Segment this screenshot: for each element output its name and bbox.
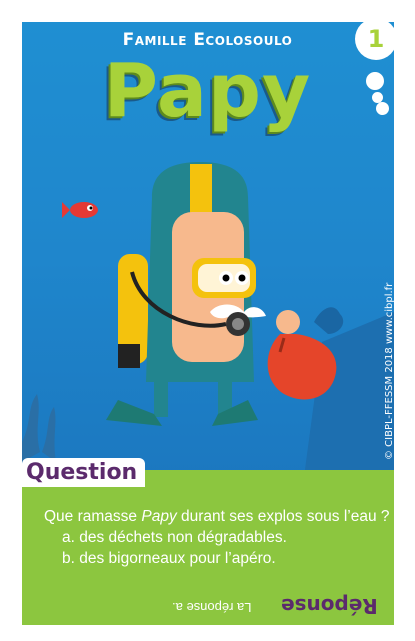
option-b: b. des bigorneaux pour l’apéro. [62,550,276,567]
answer-bar: Réponse La réponse a. [22,592,394,626]
family-name: Famille Ecolosoulo [122,30,293,50]
option-a: a. des déchets non dégradables. [62,529,287,546]
question-prefix: Que ramasse [44,508,142,525]
card-number: 1 [355,18,397,60]
answer-text: La réponse a. [172,600,252,615]
question-label: Question [22,458,146,487]
question-name: Papy [141,508,177,525]
question-text: Que ramasse Papy durant ses explos sous … [44,506,394,527]
card-title: Papy [103,48,312,134]
question-suffix: durant ses explos sous l’eau ? [176,508,390,525]
answer-label: Réponse [281,594,378,618]
copyright-credit: © CIBPL-FFESSM 2018 www.cibpl.fr [384,282,395,460]
question-body: Que ramasse Papy durant ses explos sous … [44,506,394,569]
bubble-icon [376,102,389,115]
bubble-icon [366,72,384,90]
quiz-card: Famille Ecolosoulo Papy 1 © CIBPL-FFESSM… [0,0,415,641]
